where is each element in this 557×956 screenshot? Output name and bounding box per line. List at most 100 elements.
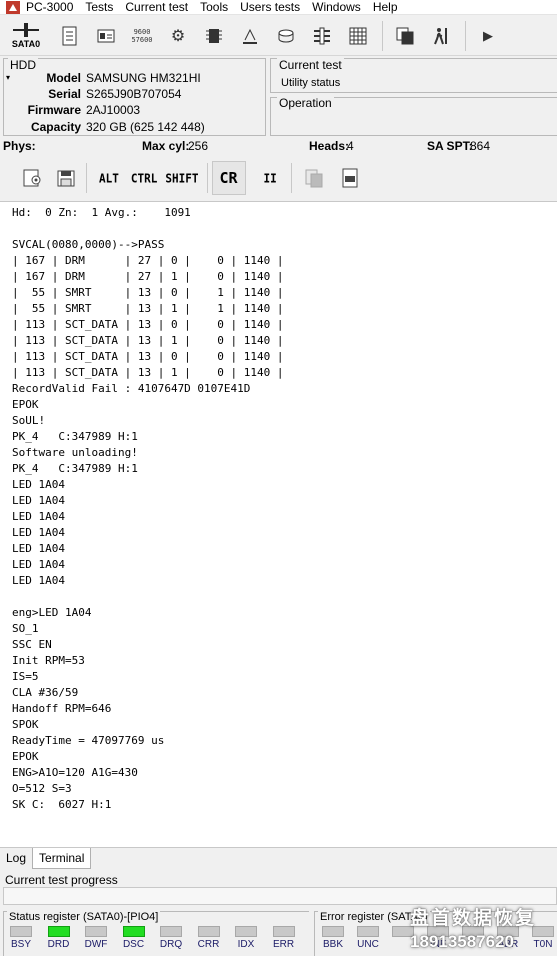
terminal-line: | 167 | DRM | 27 | 1 | 0 | 1140 | bbox=[12, 270, 284, 283]
hdd-capacity-value: 320 GB (625 142 448) bbox=[86, 120, 205, 134]
current-test-panel: Current test Utility status bbox=[270, 58, 557, 93]
register-bit: DSC bbox=[122, 926, 146, 950]
alt-key-button[interactable]: ALT bbox=[99, 162, 119, 195]
tab-log[interactable]: Log bbox=[0, 848, 32, 869]
terminal-settings-icon[interactable] bbox=[20, 166, 44, 190]
register-bit: DRD bbox=[47, 926, 71, 950]
heads-label: Heads: bbox=[309, 139, 350, 153]
register-led bbox=[10, 926, 32, 937]
bottom-tabs: Log Terminal bbox=[0, 847, 557, 869]
menu-bar: PC-3000 Tests Current test Tools Users t… bbox=[0, 0, 557, 15]
play-icon[interactable]: ▶ bbox=[476, 24, 500, 48]
sata-connector-icon bbox=[13, 22, 39, 37]
terminal-line: SPOK bbox=[12, 718, 39, 731]
register-bit-label: ERR bbox=[272, 939, 295, 950]
menu-help[interactable]: Help bbox=[373, 0, 404, 14]
menu-tests[interactable]: Tests bbox=[85, 0, 119, 14]
register-led bbox=[357, 926, 379, 937]
ctrl-key-button[interactable]: CTRL bbox=[131, 162, 158, 195]
hdd-serial-row: Serial S265J90B707054 bbox=[4, 87, 264, 103]
progress-label: Current test progress bbox=[5, 873, 118, 887]
status-register-title: Status register (SATA0)-[PIO4] bbox=[7, 911, 161, 923]
register-led bbox=[197, 926, 220, 937]
operation-panel: Operation bbox=[270, 96, 557, 136]
terminal-line: SoUL! bbox=[12, 414, 46, 427]
terminal-line: | 167 | DRM | 27 | 0 | 0 | 1140 | bbox=[12, 254, 284, 267]
terminal-line: SK C: 6027 H:1 bbox=[12, 798, 112, 811]
tab-terminal[interactable]: Terminal bbox=[32, 848, 92, 869]
max-cyl-label: Max cyl: bbox=[142, 139, 190, 153]
hdd-field-label: Firmware bbox=[27, 103, 81, 117]
register-bit-label: BBK bbox=[322, 939, 343, 950]
menu-windows[interactable]: Windows bbox=[312, 0, 367, 14]
cr-key-button[interactable]: CR bbox=[211, 161, 246, 195]
terminal-save-icon[interactable] bbox=[54, 166, 78, 190]
phys-info-bar: Phys: Max cyl: 256 Heads: 4 SA SPT: 864 bbox=[0, 138, 557, 154]
menu-users-tests[interactable]: Users tests bbox=[240, 0, 306, 14]
copy-disabled-icon[interactable] bbox=[302, 166, 326, 190]
terminal-line: LED 1A04 bbox=[12, 542, 65, 555]
terminal-line: | 113 | SCT_DATA | 13 | 1 | 0 | 1140 | bbox=[12, 366, 284, 379]
terminal-line: EPOK bbox=[12, 398, 39, 411]
terminal-line: | 113 | SCT_DATA | 13 | 0 | 0 | 1140 | bbox=[12, 350, 284, 363]
menu-tools[interactable]: Tools bbox=[200, 0, 234, 14]
sata-port-button[interactable]: SATA0 bbox=[8, 18, 44, 54]
terminal-line: SO_1 bbox=[12, 622, 39, 635]
hdd-firmware-row: Firmware 2AJ10003 bbox=[4, 103, 264, 119]
register-bit: ERR bbox=[272, 926, 296, 950]
id-card-icon[interactable] bbox=[94, 24, 118, 48]
terminal-line: LED 1A04 bbox=[12, 510, 65, 523]
register-led bbox=[235, 926, 257, 937]
register-led bbox=[122, 926, 145, 937]
terminal-line: O=512 S=3 bbox=[12, 782, 72, 795]
register-bit: CRR bbox=[197, 926, 221, 950]
hdd-serial-value: S265J90B707054 bbox=[86, 87, 182, 101]
hdd-panel-title: HDD bbox=[8, 58, 38, 72]
terminal-line: | 113 | SCT_DATA | 13 | 0 | 0 | 1140 | bbox=[12, 318, 284, 331]
terminal-line: LED 1A04 bbox=[12, 478, 65, 491]
scale-icon[interactable] bbox=[238, 24, 262, 48]
phys-label: Phys: bbox=[3, 139, 36, 153]
terminal-line: eng>LED 1A04 bbox=[12, 606, 92, 619]
copy-icon[interactable] bbox=[393, 24, 417, 48]
hdd-firmware-value: 2AJ10003 bbox=[86, 103, 141, 117]
register-led bbox=[85, 926, 107, 937]
hdd-model-value: SAMSUNG HM321HI bbox=[86, 71, 201, 85]
chip-icon[interactable] bbox=[202, 24, 226, 48]
person-exit-icon[interactable] bbox=[429, 24, 453, 48]
gears-icon[interactable]: ⚙ bbox=[166, 24, 190, 48]
toolbar-separator bbox=[465, 20, 466, 51]
terminal-line: IS=5 bbox=[12, 670, 39, 683]
register-led bbox=[160, 926, 182, 937]
terminal-toolbar: ALT CTRL SHIFT CR II bbox=[0, 156, 557, 200]
equalizer-icon[interactable] bbox=[310, 24, 334, 48]
current-test-title: Current test bbox=[277, 58, 344, 72]
operation-title: Operation bbox=[277, 96, 334, 110]
grid-icon[interactable] bbox=[346, 24, 370, 48]
scroll-icon[interactable] bbox=[58, 24, 82, 48]
script-file-icon[interactable] bbox=[338, 166, 362, 190]
pause-button[interactable]: II bbox=[264, 162, 277, 195]
hdd-model-row: Model SAMSUNG HM321HI bbox=[4, 71, 264, 87]
hdd-field-label: Model bbox=[46, 71, 81, 85]
sa-spt-value: 864 bbox=[470, 139, 491, 153]
terminal-line: SSC EN bbox=[12, 638, 52, 651]
terminal-line: EPOK bbox=[12, 750, 39, 763]
register-bit-label: DSC bbox=[122, 939, 145, 950]
register-bit: DRQ bbox=[159, 926, 183, 950]
shift-key-button[interactable]: SHIFT bbox=[165, 162, 198, 195]
terminal-line: LED 1A04 bbox=[12, 494, 65, 507]
register-led bbox=[47, 926, 70, 937]
disk-icon[interactable] bbox=[274, 24, 298, 48]
register-bit-label: UNC bbox=[357, 939, 379, 950]
terminal-line: PK_4 C:347989 H:1 bbox=[12, 462, 138, 475]
terminal-line: | 55 | SMRT | 13 | 0 | 1 | 1140 | bbox=[12, 286, 284, 299]
baud-rate-icon[interactable]: 9600 57600 bbox=[130, 24, 154, 48]
watermark-line-2: 18913587620 bbox=[410, 932, 515, 951]
terminal-line: LED 1A04 bbox=[12, 574, 65, 587]
menu-current-test[interactable]: Current test bbox=[125, 0, 194, 14]
toolbar-separator bbox=[206, 163, 208, 193]
terminal-output[interactable]: Hd: 0 Zn: 1 Avg.: 1091 SVCAL(0080,0000)--… bbox=[0, 201, 557, 847]
register-bit-label: DWF bbox=[84, 939, 108, 950]
